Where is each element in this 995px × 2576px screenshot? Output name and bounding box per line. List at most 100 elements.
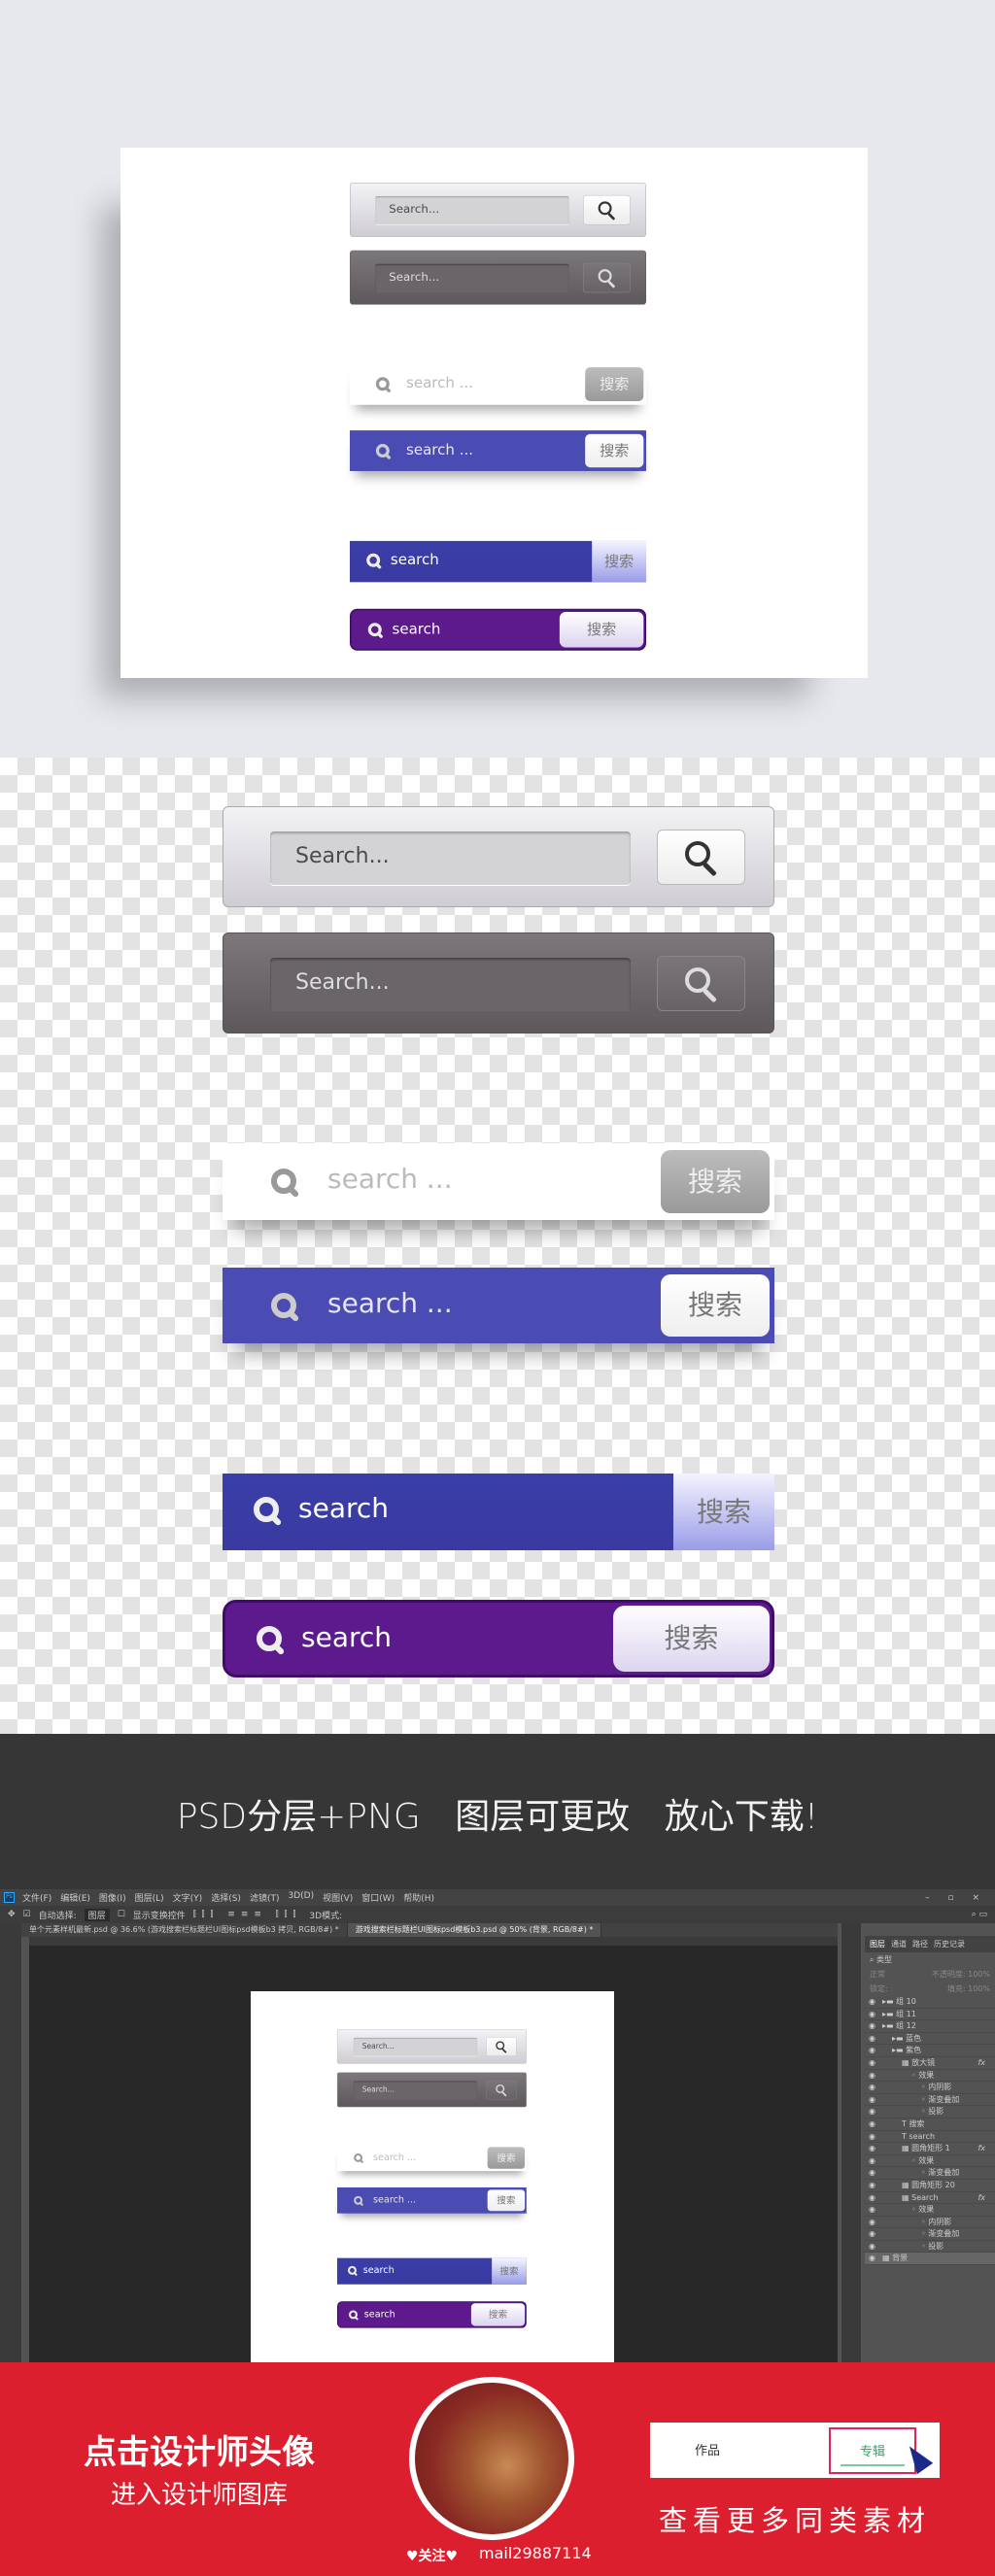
visibility-eye-icon[interactable]: ◉ (869, 2106, 875, 2118)
fill[interactable]: 填充: 100% (947, 1983, 990, 1994)
tab-history[interactable]: 历史记录 (934, 1939, 965, 1949)
blend-mode[interactable]: 正常 (870, 1969, 885, 1980)
search-bar-blue[interactable]: search ... 搜索 (350, 430, 647, 471)
search-input[interactable]: Search... (353, 2081, 478, 2100)
visibility-eye-icon[interactable]: ◉ (869, 2082, 875, 2094)
search-bar-white[interactable]: search ... 搜索 (350, 363, 647, 405)
layer-row[interactable]: ◉ ▸▬ 组 12 (865, 2020, 995, 2033)
visibility-eye-icon[interactable]: ◉ (869, 2020, 875, 2033)
menu-item[interactable]: 图像(I) (99, 1891, 126, 1904)
search-bar-purple[interactable]: search 搜索 (337, 2301, 527, 2328)
canvas-area[interactable]: Search... Search... search ... 搜索 search… (29, 1946, 838, 2362)
follow-button[interactable]: ♥关注♥ (406, 2546, 458, 2565)
visibility-eye-icon[interactable]: ◉ (869, 2192, 875, 2205)
search-button[interactable] (657, 956, 745, 1011)
search-button[interactable]: 搜索 (592, 540, 647, 583)
visibility-eye-icon[interactable]: ◉ (869, 2070, 875, 2083)
layer-row[interactable]: ◉ ◦ 投影 (865, 2241, 995, 2254)
fx-icon[interactable]: fx (978, 2192, 985, 2205)
layer-row[interactable]: ◉ ▦ Search fx (865, 2192, 995, 2205)
toolbar[interactable] (0, 1923, 21, 2362)
search-button[interactable] (583, 262, 631, 293)
search-bar-blue-flat[interactable]: search 搜索 (350, 540, 647, 583)
search-button[interactable]: 搜索 (661, 1274, 770, 1337)
layer-row[interactable]: ◉ ◦ 渐变叠加 (865, 2167, 995, 2180)
search-button[interactable] (657, 830, 745, 885)
tab-works[interactable]: 作品 (695, 2440, 720, 2458)
visibility-eye-icon[interactable]: ◉ (869, 2057, 875, 2070)
menu-item[interactable]: 窗口(W) (361, 1891, 395, 1904)
opacity[interactable]: 不透明度: 100% (932, 1969, 990, 1980)
search-button[interactable]: 搜索 (487, 2147, 526, 2169)
search-button[interactable] (486, 2037, 517, 2056)
visibility-eye-icon[interactable]: ◉ (869, 2167, 875, 2180)
search-button[interactable] (583, 194, 631, 225)
layer-row[interactable]: ◉ ◦ 渐变叠加 (865, 2094, 995, 2107)
doc-tab-active[interactable]: 游戏搜索栏标题栏UI图标psd模板b3.psd @ 50% (背景, RGB/8… (347, 1923, 602, 1937)
search-input[interactable]: Search... (270, 958, 631, 1011)
visibility-eye-icon[interactable]: ◉ (869, 2009, 875, 2021)
visibility-eye-icon[interactable]: ◉ (869, 2155, 875, 2168)
search-button[interactable]: 搜索 (470, 2303, 526, 2326)
visibility-eye-icon[interactable]: ◉ (869, 2241, 875, 2254)
designer-avatar[interactable] (409, 2377, 574, 2540)
menu-item[interactable]: 文字(Y) (173, 1891, 203, 1904)
search-bar-purple[interactable]: search 搜索 (223, 1600, 774, 1678)
layer-row[interactable]: ◉ ▸▬ 组 10 (865, 1996, 995, 2009)
menu-item[interactable]: 编辑(E) (60, 1891, 90, 1904)
layer-row[interactable]: ◉ ▦ 放大镜 fx (865, 2057, 995, 2070)
visibility-eye-icon[interactable]: ◉ (869, 2180, 875, 2192)
designer-username[interactable]: mail29887114 (479, 2544, 592, 2562)
visibility-eye-icon[interactable]: ◉ (869, 2217, 875, 2229)
visibility-eye-icon[interactable]: ◉ (869, 2204, 875, 2217)
search-icon[interactable]: ⌕ ▭ (972, 1910, 987, 1919)
menu-item[interactable]: 3D(D) (288, 1891, 314, 1904)
tab-layers[interactable]: 图层 (870, 1939, 885, 1949)
window-controls[interactable]: – ▫ × (925, 1893, 987, 1903)
search-button[interactable]: 搜索 (585, 433, 644, 468)
layer-row[interactable]: ◉ ▸▬ 组 11 (865, 2009, 995, 2021)
search-button[interactable]: 搜索 (613, 1606, 770, 1672)
layer-row[interactable]: ◉ ◦ 内阴影 (865, 2217, 995, 2229)
layer-row[interactable]: ◉ ◦ 渐变叠加 (865, 2228, 995, 2241)
search-button[interactable]: 搜索 (492, 2257, 527, 2285)
layer-row[interactable]: ◉ ▦ 背景 (865, 2253, 995, 2266)
layer-row[interactable]: ◉ T search (865, 2131, 995, 2144)
menu-item[interactable]: 视图(V) (323, 1891, 353, 1904)
visibility-eye-icon[interactable]: ◉ (869, 2143, 875, 2155)
search-bar-blue-flat[interactable]: search 搜索 (337, 2257, 527, 2285)
search-bar-purple[interactable]: search 搜索 (350, 608, 647, 651)
search-input[interactable]: Search... (375, 263, 569, 293)
visibility-eye-icon[interactable]: ◉ (869, 2045, 875, 2057)
visibility-eye-icon[interactable]: ◉ (869, 2228, 875, 2241)
search-bar-blue[interactable]: search ... 搜索 (223, 1268, 774, 1343)
panel-icons[interactable] (841, 1923, 861, 2362)
layer-row[interactable]: ◉ ◦ 效果 (865, 2204, 995, 2217)
layer-filter[interactable]: ⌕ 类型 (865, 1952, 995, 1967)
menu-item[interactable]: 帮助(H) (403, 1891, 434, 1904)
search-button[interactable]: 搜索 (487, 2189, 526, 2212)
search-button[interactable]: 搜索 (585, 367, 644, 402)
menu-item[interactable]: 滤镜(T) (250, 1891, 280, 1904)
layer-row[interactable]: ◉ ▸▬ 蓝色 (865, 2033, 995, 2046)
search-bar-white[interactable]: search ... 搜索 (337, 2145, 527, 2172)
layer-row[interactable]: ◉ ◦ 内阴影 (865, 2082, 995, 2094)
search-button[interactable]: 搜索 (661, 1150, 770, 1213)
visibility-eye-icon[interactable]: ◉ (869, 2118, 875, 2131)
visibility-eye-icon[interactable]: ◉ (869, 1996, 875, 2009)
doc-tab[interactable]: 单个元素样机最新.psd @ 36.6% (游戏搜索栏标题栏UI图标psd模板b… (21, 1923, 348, 1937)
visibility-eye-icon[interactable]: ◉ (869, 2131, 875, 2144)
search-button[interactable]: 搜索 (673, 1474, 774, 1550)
tab-paths[interactable]: 路径 (912, 1939, 928, 1949)
search-bar-blue[interactable]: search ... 搜索 (337, 2186, 527, 2214)
search-input[interactable]: Search... (353, 2037, 478, 2056)
layer-row[interactable]: ◉ ◦ 投影 (865, 2106, 995, 2118)
visibility-eye-icon[interactable]: ◉ (869, 2094, 875, 2107)
fx-icon[interactable]: fx (978, 2057, 985, 2070)
tab-channels[interactable]: 通道 (891, 1939, 907, 1949)
layer-row[interactable]: ◉ ▦ 圆角矩形 1 fx (865, 2143, 995, 2155)
menu-item[interactable]: 图层(L) (135, 1891, 164, 1904)
layer-row[interactable]: ◉ ▦ 圆角矩形 20 (865, 2180, 995, 2192)
auto-select-checkbox[interactable]: ☑ (23, 1910, 31, 1919)
show-transform-checkbox[interactable]: ☐ (118, 1910, 125, 1919)
